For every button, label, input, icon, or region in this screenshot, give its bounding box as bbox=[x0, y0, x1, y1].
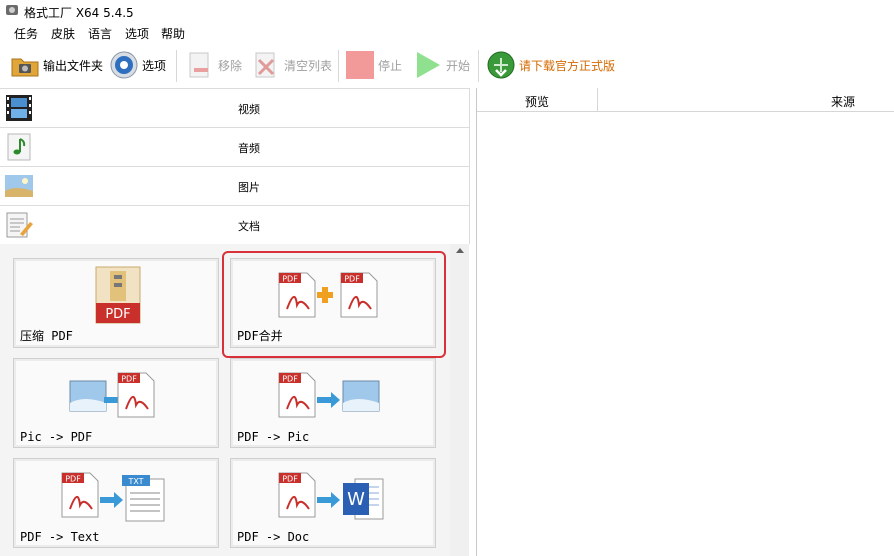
category-audio-label: 音频 bbox=[238, 142, 260, 155]
pdf-to-text-icon: PDF TXT bbox=[61, 472, 165, 522]
film-icon bbox=[6, 95, 32, 121]
options-button[interactable]: 选项 bbox=[109, 48, 166, 82]
selected-tile-highlight bbox=[222, 251, 446, 358]
tile-pic-to-pdf[interactable]: PDF Pic -> PDF bbox=[13, 358, 219, 448]
category-audio[interactable]: 音频 bbox=[0, 127, 470, 166]
tile-pdf-to-pic-label: PDF -> Pic bbox=[237, 430, 310, 444]
download-official-button[interactable]: 请下载官方正式版 bbox=[486, 48, 615, 82]
pdf-file-icon: PDF bbox=[278, 372, 316, 418]
txt-file-icon: TXT bbox=[122, 475, 165, 522]
pdf-file-icon: PDF bbox=[278, 472, 316, 518]
stop-button[interactable]: 停止 bbox=[345, 48, 402, 82]
pdf-label-text: PDF bbox=[65, 475, 81, 484]
category-video-label: 视频 bbox=[238, 103, 260, 116]
download-label: 请下载官方正式版 bbox=[519, 58, 616, 73]
task-list-panel: 预览 来源 bbox=[476, 88, 894, 556]
tile-compress-pdf[interactable]: PDF 压缩 PDF bbox=[13, 258, 219, 348]
pic-to-pdf-icon: PDF bbox=[69, 372, 155, 418]
picture-icon bbox=[5, 175, 33, 197]
window-title: 格式工厂 X64 5.4.5 bbox=[24, 6, 134, 20]
category-image-label: 图片 bbox=[238, 181, 260, 194]
tile-pdf-to-pic[interactable]: PDF PDF -> Pic bbox=[230, 358, 436, 448]
arrow-right-icon bbox=[317, 392, 340, 408]
app-logo-icon bbox=[6, 5, 18, 15]
toolbar-separator bbox=[478, 50, 479, 82]
word-letter-text: W bbox=[347, 489, 365, 510]
arrow-right-icon bbox=[317, 492, 340, 508]
clear-list-button[interactable]: 清空列表 bbox=[251, 48, 332, 82]
category-document-label: 文档 bbox=[238, 220, 260, 233]
menu-language[interactable]: 语言 bbox=[88, 25, 112, 42]
toolbar: 输出文件夹 选项 移除 清空列表 停止 开始 请下载官方正式版 bbox=[0, 44, 894, 86]
menu-task[interactable]: 任务 bbox=[14, 25, 38, 42]
start-label: 开始 bbox=[446, 58, 471, 73]
pdf-label-text: PDF bbox=[121, 375, 137, 384]
pdf-label-text: PDF bbox=[282, 375, 298, 384]
menu-skin[interactable]: 皮肤 bbox=[51, 25, 75, 42]
start-button[interactable]: 开始 bbox=[413, 48, 470, 82]
clear-list-label: 清空列表 bbox=[284, 58, 333, 73]
tile-pdf-to-doc[interactable]: PDF W PDF -> Doc bbox=[230, 458, 436, 548]
category-video[interactable]: 视频 bbox=[0, 88, 470, 127]
music-note-icon bbox=[7, 133, 31, 161]
column-preview-label: 预览 bbox=[525, 95, 550, 109]
scroll-up-arrow-icon[interactable] bbox=[456, 248, 464, 253]
globe-download-icon bbox=[487, 51, 515, 79]
stop-label: 停止 bbox=[378, 58, 403, 73]
tile-pdf-to-text-label: PDF -> Text bbox=[20, 530, 100, 544]
folder-icon bbox=[11, 58, 39, 77]
output-folder-label: 输出文件夹 bbox=[43, 58, 104, 73]
menu-help[interactable]: 帮助 bbox=[161, 25, 185, 42]
play-icon bbox=[417, 52, 440, 78]
pdf-to-doc-icon: PDF W bbox=[278, 472, 384, 520]
tile-pic-to-pdf-label: Pic -> PDF bbox=[20, 430, 93, 444]
document-edit-icon bbox=[6, 212, 33, 238]
arrow-right-icon bbox=[100, 492, 123, 508]
txt-label-text: TXT bbox=[127, 477, 143, 486]
pdf-file-icon: PDF bbox=[61, 472, 99, 518]
tile-compress-pdf-label: 压缩 PDF bbox=[20, 329, 73, 343]
vertical-scrollbar[interactable] bbox=[450, 244, 469, 556]
options-label: 选项 bbox=[142, 58, 167, 73]
pdf-file-icon: PDF bbox=[117, 372, 155, 418]
toolbar-separator bbox=[176, 50, 177, 82]
stop-icon bbox=[346, 51, 374, 79]
tile-pdf-to-text[interactable]: PDF TXT PDF -> Text bbox=[13, 458, 219, 548]
compress-pdf-icon: PDF bbox=[95, 266, 141, 324]
remove-icon bbox=[189, 52, 209, 78]
clear-list-icon bbox=[255, 52, 275, 78]
gear-icon bbox=[110, 51, 138, 79]
toolbar-separator bbox=[338, 50, 339, 82]
column-preview-header[interactable]: 预览 bbox=[477, 88, 598, 111]
remove-label: 移除 bbox=[218, 58, 243, 73]
column-source-label: 来源 bbox=[831, 95, 856, 109]
word-document-icon: W bbox=[343, 478, 384, 520]
category-image[interactable]: 图片 bbox=[0, 166, 470, 205]
tile-pdf-to-doc-label: PDF -> Doc bbox=[237, 530, 310, 544]
pdf-badge-text: PDF bbox=[105, 307, 130, 322]
category-document[interactable]: 文档 bbox=[0, 205, 470, 244]
menu-options[interactable]: 选项 bbox=[125, 25, 149, 42]
title-bar: 格式工厂 X64 5.4.5 bbox=[0, 0, 894, 22]
menu-bar: 任务 皮肤 语言 选项 帮助 bbox=[0, 22, 894, 44]
task-list-header: 预览 来源 bbox=[477, 88, 894, 112]
pdf-to-pic-icon: PDF bbox=[278, 372, 380, 418]
output-folder-button[interactable]: 输出文件夹 bbox=[10, 48, 103, 82]
pdf-label-text: PDF bbox=[282, 475, 298, 484]
remove-button[interactable]: 移除 bbox=[185, 48, 242, 82]
